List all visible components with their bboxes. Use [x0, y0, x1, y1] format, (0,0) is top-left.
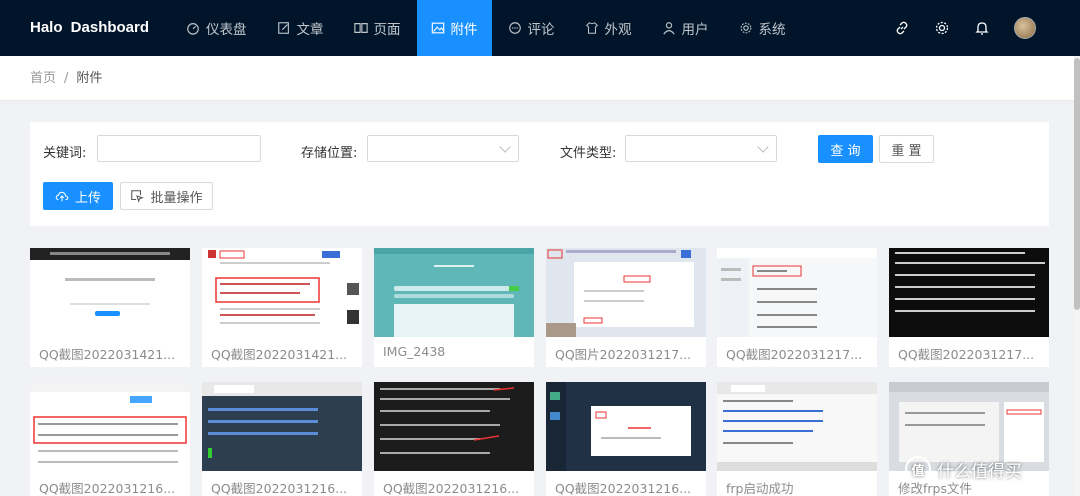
nav-label: 文章 [296, 22, 324, 38]
attachment-name: QQ图片2022031217... [555, 347, 692, 362]
nav-item-comments[interactable]: 评论 [494, 0, 569, 56]
attachment-name: QQ截图2022031217... [726, 347, 863, 362]
user-icon [662, 22, 675, 35]
upload-label: 上传 [74, 190, 101, 206]
keyword-label: 关键词: [43, 146, 87, 161]
attachment-item[interactable]: frp启动成功 [717, 382, 877, 496]
attachment-name: QQ截图2022031216... [211, 481, 348, 496]
attachment-item[interactable]: QQ截图2022031216... [374, 382, 534, 496]
nav-label: 页面 [373, 22, 401, 38]
attachment-item[interactable]: QQ截图2022031216... [546, 382, 706, 496]
watermark-text: 什么值得买 [937, 461, 1022, 482]
link-icon[interactable] [894, 20, 910, 36]
comment-icon [508, 22, 521, 34]
batch-operation-button[interactable]: 批量操作 [120, 182, 213, 210]
attachment-name: QQ截图2022031216... [383, 481, 520, 496]
setting-icon [740, 22, 751, 34]
attachment-thumbnail [717, 248, 877, 337]
chevron-down-icon [499, 141, 511, 153]
attachment-thumbnail [374, 382, 534, 471]
attachment-name: QQ截图2022031421... [39, 347, 176, 362]
breadcrumb-separator: / [64, 71, 69, 86]
nav-label: 用户 [681, 22, 709, 38]
app-logo[interactable]: Halo Dashboard [30, 0, 149, 56]
attachment-thumbnail [374, 248, 534, 337]
nav-label: 外观 [604, 22, 632, 38]
nav-item-system[interactable]: 系统 [725, 0, 800, 56]
attachment-item[interactable]: IMG_2438 [374, 248, 534, 367]
attachment-item[interactable]: QQ图片2022031217... [546, 248, 706, 367]
type-label: 文件类型: [560, 146, 617, 161]
nav-item-dashboard[interactable]: 仪表盘 [172, 0, 261, 56]
attachment-name: QQ截图2022031217... [898, 347, 1035, 362]
scrollbar-thumb[interactable] [1074, 58, 1080, 310]
picture-icon [431, 22, 444, 34]
nav-item-posts[interactable]: 文章 [263, 0, 338, 56]
watermark-logo: 值 [905, 456, 931, 482]
nav-item-pages[interactable]: 页面 [340, 0, 415, 56]
cloud-upload-icon [55, 191, 69, 202]
nav-label: 仪表盘 [206, 22, 247, 38]
nav-item-appearance[interactable]: 外观 [571, 0, 646, 56]
select-icon [131, 190, 145, 203]
storage-label: 存储位置: [301, 146, 358, 161]
breadcrumb: 首页 / 附件 [30, 56, 102, 101]
attachment-thumbnail [202, 382, 362, 471]
nav-item-users[interactable]: 用户 [648, 0, 723, 56]
breadcrumb-bar: 首页 / 附件 [0, 56, 1074, 101]
bell-icon[interactable] [974, 20, 990, 36]
attachment-item[interactable]: QQ截图2022031217... [889, 248, 1049, 367]
top-navbar: Halo Dashboard 仪表盘 文章 页面 附件 评论 外观 用户 系统 [0, 0, 1080, 56]
breadcrumb-current: 附件 [76, 71, 103, 86]
chevron-down-icon [757, 141, 769, 153]
nav-item-attachments[interactable]: 附件 [416, 0, 492, 56]
main-nav: 仪表盘 文章 页面 附件 评论 外观 用户 系统 [172, 0, 802, 56]
attachment-thumbnail [717, 382, 877, 471]
type-select[interactable] [625, 135, 777, 162]
edit-icon [277, 22, 289, 34]
attachment-name: IMG_2438 [383, 344, 446, 359]
nav-label: 评论 [527, 22, 555, 38]
attachment-item[interactable]: QQ截图2022031216... [202, 382, 362, 496]
upload-button[interactable]: 上传 [43, 182, 113, 210]
nav-label: 系统 [758, 22, 786, 38]
attachment-thumbnail [30, 248, 190, 337]
gear-icon[interactable] [934, 20, 950, 36]
batch-label: 批量操作 [150, 190, 203, 206]
attachment-name: QQ截图2022031216... [39, 481, 176, 496]
attachment-thumbnail [30, 382, 190, 471]
avatar[interactable] [1014, 17, 1036, 39]
attachment-item[interactable]: QQ截图2022031217... [717, 248, 877, 367]
header-actions [894, 0, 1036, 56]
attachment-name: QQ截图2022031216... [555, 481, 692, 496]
attachment-thumbnail [202, 248, 362, 337]
keyword-input[interactable] [97, 135, 261, 162]
reset-button[interactable]: 重 置 [879, 135, 934, 163]
attachment-name: QQ截图2022031421... [211, 347, 348, 362]
watermark: 值 什么值得买 [905, 456, 1022, 482]
attachment-name: frp启动成功 [726, 481, 794, 496]
filter-card: 关键词: 存储位置: 文件类型: 查 询 重 置 上传 批量操作 [30, 122, 1049, 226]
book-icon [353, 23, 368, 33]
dashboard-icon [187, 23, 199, 35]
attachment-item[interactable]: QQ截图2022031421... [30, 248, 190, 367]
attachment-thumbnail [546, 382, 706, 471]
skin-icon [585, 22, 598, 34]
attachment-item[interactable]: QQ截图2022031216... [30, 382, 190, 496]
attachment-thumbnail [889, 248, 1049, 337]
breadcrumb-home[interactable]: 首页 [30, 71, 56, 86]
storage-select[interactable] [367, 135, 519, 162]
nav-label: 附件 [450, 22, 478, 38]
attachment-thumbnail [546, 248, 706, 337]
query-button[interactable]: 查 询 [818, 135, 873, 163]
attachment-item[interactable]: QQ截图2022031421... [202, 248, 362, 367]
